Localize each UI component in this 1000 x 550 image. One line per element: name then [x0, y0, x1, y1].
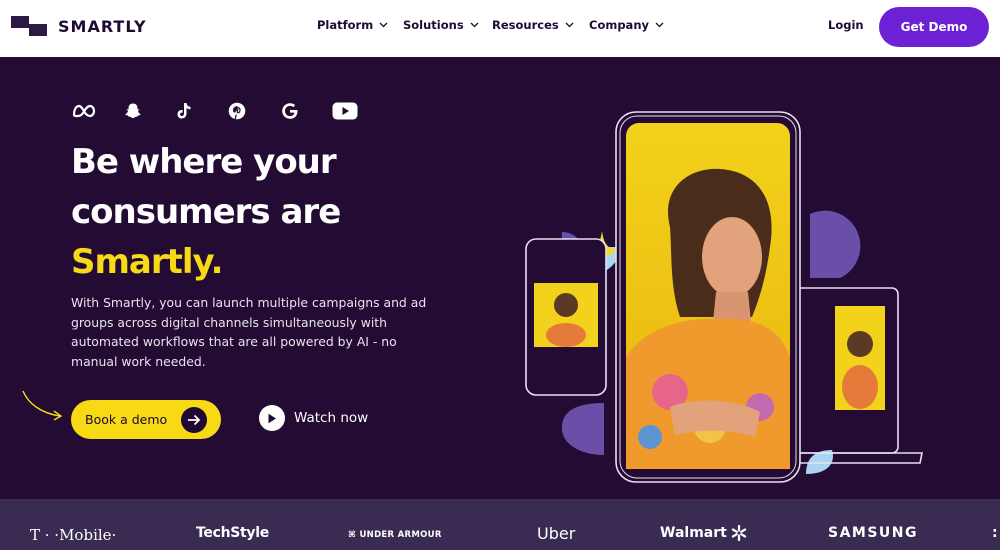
menu-label: Company — [589, 18, 649, 32]
hero-headline: Be where your consumers are Smartly. — [71, 137, 491, 287]
main-menu: Platform Solutions Resources Company — [317, 18, 664, 32]
tiktok-icon — [176, 99, 228, 123]
book-demo-button[interactable]: Book a demo — [71, 400, 221, 439]
chevron-down-icon — [565, 22, 574, 28]
purple-blob-shape — [810, 210, 861, 278]
chevron-down-icon — [379, 22, 388, 28]
headline-line: Be where your — [71, 142, 337, 182]
menu-label: Resources — [492, 18, 559, 32]
brand-name: SMARTLY — [58, 16, 147, 36]
headline-accent: Smartly. — [71, 242, 224, 282]
purple-leaf-bottom — [561, 403, 604, 455]
meta-icon — [72, 99, 124, 123]
chevron-down-icon — [655, 22, 664, 28]
menu-platform[interactable]: Platform — [317, 18, 403, 32]
headline-line: consumers are — [71, 192, 341, 232]
smartly-logo[interactable]: SMARTLY — [9, 14, 147, 38]
smartly-logo-mark — [11, 16, 47, 36]
under-armour-wordmark: UNDER ARMOUR — [359, 530, 442, 540]
google-icon — [280, 99, 332, 123]
menu-company[interactable]: Company — [589, 18, 664, 32]
hero-description: With Smartly, you can launch multiple ca… — [71, 295, 427, 369]
snapchat-icon — [124, 99, 176, 123]
chevron-down-icon — [470, 22, 479, 28]
youtube-icon — [332, 99, 384, 123]
partial-logo: : — [992, 525, 998, 541]
under-armour-logo: ⌘ UNDER ARMOUR — [348, 530, 442, 540]
menu-label: Platform — [317, 18, 374, 32]
device-illustration — [525, 111, 923, 483]
menu-solutions[interactable]: Solutions — [403, 18, 492, 32]
walmart-spark-icon — [731, 525, 747, 541]
watch-now-button[interactable]: Watch now — [259, 405, 368, 431]
curved-arrow-icon — [22, 390, 63, 421]
watch-now-label: Watch now — [294, 410, 369, 426]
pinterest-icon — [228, 99, 280, 123]
login-link[interactable]: Login — [828, 18, 864, 32]
walmart-logo: Walmart — [660, 525, 747, 541]
under-armour-mark: ⌘ — [348, 530, 360, 540]
tmobile-logo: T · ·Mobile· — [30, 526, 117, 544]
uber-logo: Uber — [537, 524, 576, 543]
techstyle-logo: TechStyle — [196, 525, 269, 541]
hero-section: Be where your consumers are Smartly. Wit… — [0, 57, 1000, 499]
play-icon — [259, 405, 285, 431]
social-channel-icons — [72, 99, 384, 123]
top-nav: SMARTLY Platform Solutions Resources Com… — [0, 0, 1000, 57]
arrow-right-icon — [181, 407, 207, 433]
customer-logos-bar: T · ·Mobile· TechStyle ⌘ UNDER ARMOUR Ub… — [0, 499, 1000, 550]
walmart-wordmark: Walmart — [660, 525, 727, 541]
get-demo-button[interactable]: Get Demo — [879, 7, 989, 47]
menu-label: Solutions — [403, 18, 464, 32]
menu-resources[interactable]: Resources — [492, 18, 589, 32]
book-demo-label: Book a demo — [85, 412, 168, 427]
samsung-logo: SAMSUNG — [828, 525, 919, 541]
